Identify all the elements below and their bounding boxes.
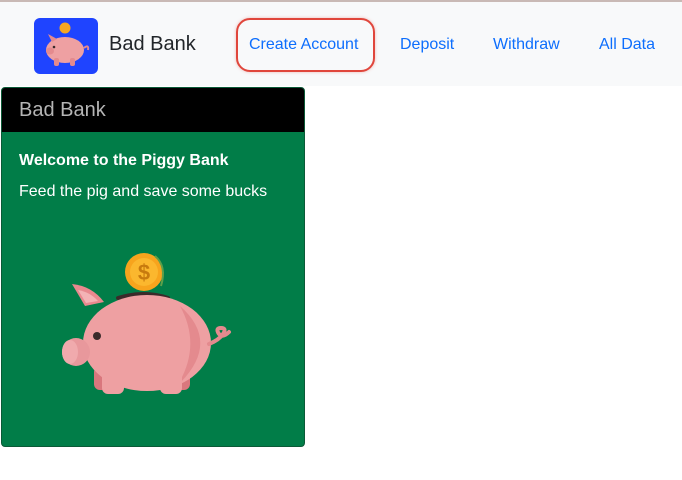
nav-create-account-link[interactable]: Create Account <box>249 36 358 54</box>
welcome-card: Bad Bank Welcome to the Piggy Bank Feed … <box>1 87 305 447</box>
nav-all-data-link[interactable]: All Data <box>599 36 655 54</box>
nav-withdraw-link[interactable]: Withdraw <box>493 36 560 54</box>
brand-name[interactable]: Bad Bank <box>109 33 196 56</box>
piggy-bank-with-coin-icon: $ <box>62 253 231 394</box>
piggy-bank-icon <box>46 22 90 66</box>
card-header-title: Bad Bank <box>19 99 106 121</box>
brand-logo[interactable] <box>34 18 98 74</box>
card-title: Welcome to the Piggy Bank <box>19 152 229 169</box>
nav-deposit-link[interactable]: Deposit <box>400 36 454 54</box>
card-header: Bad Bank <box>2 88 304 132</box>
coin-symbol: $ <box>138 260 150 285</box>
navbar: Bad Bank Create Account Deposit Withdraw… <box>0 2 682 86</box>
card-text: Feed the pig and save some bucks <box>19 183 268 200</box>
